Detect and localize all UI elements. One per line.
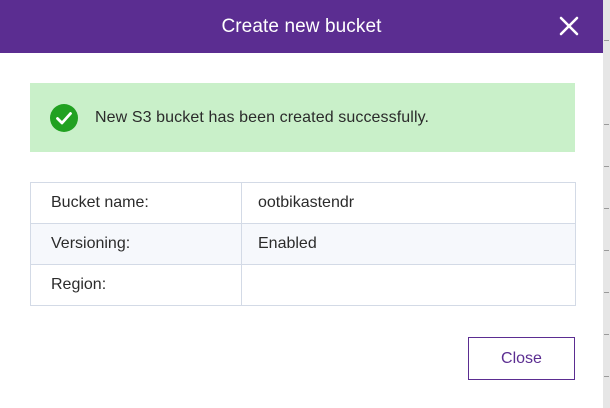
table-row: Bucket name: ootbikastendr	[30, 182, 576, 224]
region-value	[241, 264, 576, 306]
success-message: New S3 bucket has been created successfu…	[95, 108, 430, 126]
check-circle-icon	[50, 103, 78, 132]
region-label: Region:	[30, 264, 242, 306]
bucket-details-table: Bucket name: ootbikastendr Versioning: E…	[30, 182, 576, 306]
create-bucket-dialog: Create new bucket New S3 bucket has been…	[0, 0, 603, 408]
bucket-name-label: Bucket name:	[30, 182, 242, 224]
background-mark	[604, 334, 609, 335]
bucket-name-value: ootbikastendr	[241, 182, 576, 224]
dialog-header: Create new bucket	[0, 0, 603, 53]
background-mark	[604, 250, 609, 251]
background-mark	[604, 166, 609, 167]
close-icon[interactable]	[557, 14, 581, 38]
background-mark	[604, 376, 609, 377]
background-mark	[604, 208, 609, 209]
background-page-edge	[603, 0, 610, 408]
close-button[interactable]: Close	[468, 337, 575, 380]
table-row: Versioning: Enabled	[30, 223, 576, 265]
success-alert: New S3 bucket has been created successfu…	[30, 83, 575, 152]
background-mark	[604, 124, 609, 125]
dialog-title: Create new bucket	[221, 15, 382, 37]
versioning-label: Versioning:	[30, 223, 242, 265]
background-mark	[604, 40, 609, 41]
background-mark	[604, 292, 609, 293]
table-row: Region:	[30, 264, 576, 306]
versioning-value: Enabled	[241, 223, 576, 265]
